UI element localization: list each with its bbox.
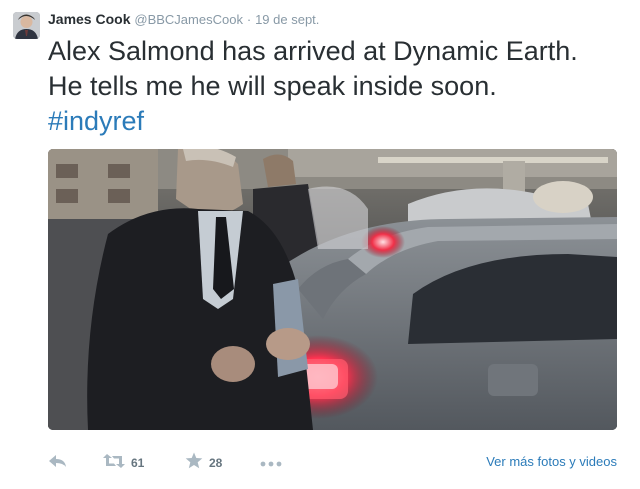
reply-icon <box>48 453 68 474</box>
tweet-text-line-2: He tells me he will speak inside soon. <box>48 71 497 101</box>
more-button[interactable] <box>260 451 282 475</box>
tweet-header: James Cook @BBCJamesCook · 19 de sept. <box>48 10 319 29</box>
tweet-text: Alex Salmond has arrived at Dynamic Eart… <box>48 34 628 139</box>
retweet-count: 61 <box>131 456 145 470</box>
tweet-card: James Cook @BBCJamesCook · 19 de sept. A… <box>0 0 640 489</box>
retweet-icon <box>103 453 125 474</box>
more-dots-icon <box>260 454 282 472</box>
timestamp[interactable]: 19 de sept. <box>255 12 319 27</box>
favorite-button[interactable]: 28 <box>185 451 222 475</box>
separator-dot: · <box>246 12 252 27</box>
tweet-actions: 61 28 Ver más fotos y videos <box>48 451 620 475</box>
star-icon <box>185 452 203 474</box>
author-handle[interactable]: @BBCJamesCook <box>134 12 243 27</box>
author-name[interactable]: James Cook <box>48 11 130 27</box>
hashtag-link[interactable]: #indyref <box>48 104 628 139</box>
see-more-photos-link[interactable]: Ver más fotos y videos <box>486 454 617 469</box>
reply-button[interactable] <box>48 451 68 475</box>
retweet-button[interactable]: 61 <box>103 451 144 475</box>
favorite-count: 28 <box>209 456 223 470</box>
avatar[interactable] <box>13 12 40 39</box>
tweet-text-line-1: Alex Salmond has arrived at Dynamic Eart… <box>48 36 578 66</box>
tweet-photo[interactable] <box>48 149 617 430</box>
